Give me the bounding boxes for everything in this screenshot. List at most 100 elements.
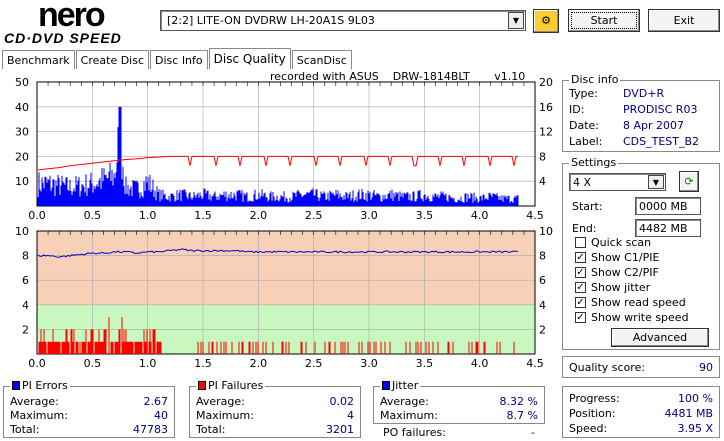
checkbox-show-write-speed[interactable]: ✓ Show write speed bbox=[575, 311, 689, 324]
settings-group: Settings 4 X ▼ ⟳ Start: 0000 MB End: 4482… bbox=[562, 156, 720, 350]
chevron-down-icon[interactable]: ▼ bbox=[648, 175, 664, 189]
y-tick-label: 20 bbox=[15, 150, 29, 163]
checkbox-label: Quick scan bbox=[591, 236, 652, 249]
start-button[interactable]: Start bbox=[568, 9, 640, 32]
label-label: Label: bbox=[569, 135, 603, 148]
label: Total: bbox=[10, 423, 40, 436]
label: Total: bbox=[196, 423, 226, 436]
drive-select[interactable]: [2:2] LITE-ON DVDRW LH-20A1S 9L03 ▼ bbox=[160, 10, 526, 31]
x-tick-label: 0.5 bbox=[84, 209, 102, 222]
advanced-button[interactable]: Advanced bbox=[611, 328, 709, 347]
progress-value: 100 % bbox=[678, 392, 713, 405]
checkbox-box[interactable]: ✓ bbox=[575, 282, 586, 293]
x-tick-label: 0.0 bbox=[28, 357, 46, 370]
cd-dvd-speed-logo: CD·DVD SPEED bbox=[4, 30, 122, 46]
tab-disc-info[interactable]: Disc Info bbox=[150, 50, 208, 69]
y-tick-label: 6 bbox=[22, 274, 29, 287]
speed-select[interactable]: 4 X ▼ bbox=[569, 173, 666, 191]
checkbox-label: Show write speed bbox=[591, 311, 689, 324]
y-tick-label: 8 bbox=[22, 250, 29, 263]
y-right-tick-label: 16 bbox=[539, 101, 553, 114]
tab-disc-quality[interactable]: Disc Quality bbox=[208, 48, 291, 69]
y-right-tick-label: 8 bbox=[539, 250, 546, 263]
tab-scandisc[interactable]: ScanDisc bbox=[291, 50, 352, 69]
x-tick-label: 4.0 bbox=[471, 209, 489, 222]
checkbox-box[interactable] bbox=[575, 237, 586, 248]
pi-errors-title: PI Errors bbox=[10, 379, 70, 392]
disc-info-title: Disc info bbox=[569, 73, 621, 86]
position-value: 4481 MB bbox=[664, 407, 713, 420]
quality-score-label: Quality score: bbox=[569, 361, 646, 374]
checkbox-show-c1-pie[interactable]: ✓ Show C1/PIE bbox=[575, 251, 659, 264]
x-tick-label: 3.0 bbox=[360, 209, 378, 222]
x-tick-label: 2.5 bbox=[305, 209, 323, 222]
label: Maximum: bbox=[10, 409, 68, 422]
checkbox-show-jitter[interactable]: ✓ Show jitter bbox=[575, 281, 650, 294]
refresh-icon[interactable]: ⟳ bbox=[679, 171, 699, 192]
y-right-tick-label: 10 bbox=[539, 225, 553, 238]
pi-errors-average: 2.67 bbox=[143, 395, 169, 408]
x-tick-label: 4.5 bbox=[526, 209, 544, 222]
pi-failures-group: PI Failures Average: 0.02 Maximum: 4 Total… bbox=[189, 379, 361, 438]
x-tick-label: 4.5 bbox=[526, 357, 544, 370]
x-tick-label: 3.5 bbox=[416, 209, 434, 222]
checkbox-show-c2-pif[interactable]: ✓ Show C2/PIF bbox=[575, 266, 659, 279]
y-tick-label: 50 bbox=[15, 76, 29, 89]
checkbox-box[interactable]: ✓ bbox=[575, 312, 586, 323]
y-right-tick-label: 4 bbox=[539, 299, 546, 312]
jitter-maximum: 8.7 % bbox=[506, 409, 538, 422]
y-right-tick-label: 12 bbox=[539, 126, 553, 139]
x-tick-label: 1.0 bbox=[139, 357, 157, 370]
chevron-down-icon[interactable]: ▼ bbox=[508, 12, 524, 29]
checkbox-label: Show jitter bbox=[591, 281, 651, 294]
x-tick-label: 0.0 bbox=[28, 209, 46, 222]
exit-button[interactable]: Exit bbox=[648, 9, 720, 32]
id-label: ID: bbox=[569, 103, 585, 116]
checkbox-box[interactable]: ✓ bbox=[575, 267, 586, 278]
start-input[interactable]: 0000 MB bbox=[635, 197, 701, 215]
x-tick-label: 1.5 bbox=[194, 209, 212, 222]
quality-score-value: 90 bbox=[699, 361, 713, 374]
speed-value: 3.95 X bbox=[677, 422, 713, 435]
end-input[interactable]: 4482 MB bbox=[635, 219, 701, 237]
label: Average: bbox=[10, 395, 59, 408]
tab-create-disc[interactable]: Create Disc bbox=[75, 50, 150, 69]
disc-type: DVD+R bbox=[623, 87, 665, 100]
disc-quality-charts: 0.0 0.5 1.0 1.5 2.0 2.5 3.0 3.5 4.0 4.5 10 20 30 40 50… bbox=[15, 76, 553, 370]
tab-benchmark[interactable]: Benchmark bbox=[2, 50, 75, 69]
settings-title: Settings bbox=[569, 156, 619, 169]
checkbox-quick-scan[interactable]: Quick scan bbox=[575, 236, 651, 249]
speed-label: Speed: bbox=[569, 422, 608, 435]
drive-select-value: [2:2] LITE-ON DVDRW LH-20A1S 9L03 bbox=[167, 14, 375, 27]
disc-id: PRODISC R03 bbox=[623, 103, 698, 116]
progress-label: Progress: bbox=[569, 392, 620, 405]
quality-score-box: Quality score: 90 bbox=[562, 356, 720, 378]
checkbox-label: Show read speed bbox=[591, 296, 686, 309]
x-tick-label: 3.0 bbox=[360, 357, 378, 370]
pi-failures-average: 0.02 bbox=[329, 395, 355, 408]
checkbox-box[interactable]: ✓ bbox=[575, 297, 586, 308]
checkbox-label: Show C1/PIE bbox=[591, 251, 660, 264]
checkbox-box[interactable]: ✓ bbox=[575, 252, 586, 263]
x-tick-label: 2.5 bbox=[305, 357, 323, 370]
y-tick-label: 30 bbox=[15, 126, 29, 139]
x-tick-label: 3.5 bbox=[416, 357, 434, 370]
jitter-group: Jitter Average: 8.32 % Maximum: 8.7 % bbox=[373, 379, 545, 424]
y-right-tick-label: 2 bbox=[539, 323, 546, 336]
blue-square-icon bbox=[382, 381, 390, 390]
tab-bar: Benchmark Create Disc Disc Info Disc Qua… bbox=[2, 48, 353, 69]
checkbox-show-read-speed[interactable]: ✓ Show read speed bbox=[575, 296, 686, 309]
po-failures-value: - bbox=[531, 426, 535, 439]
y-tick-label: 10 bbox=[15, 175, 29, 188]
y-tick-label: 2 bbox=[22, 323, 29, 336]
y-tick-label: 4 bbox=[22, 299, 29, 312]
drive-settings-icon[interactable]: ⚙ bbox=[533, 9, 559, 33]
red-square-icon bbox=[198, 381, 206, 390]
pi-errors-total: 47783 bbox=[133, 423, 168, 436]
pi-failures-total: 3201 bbox=[326, 423, 354, 436]
jitter-average: 8.32 % bbox=[499, 395, 538, 408]
progress-box: Progress: 100 % Position: 4481 MB Speed: 3.… bbox=[562, 386, 720, 438]
end-label: End: bbox=[572, 222, 597, 235]
x-tick-label: 1.0 bbox=[139, 209, 157, 222]
y-right-tick-label: 4 bbox=[539, 175, 546, 188]
